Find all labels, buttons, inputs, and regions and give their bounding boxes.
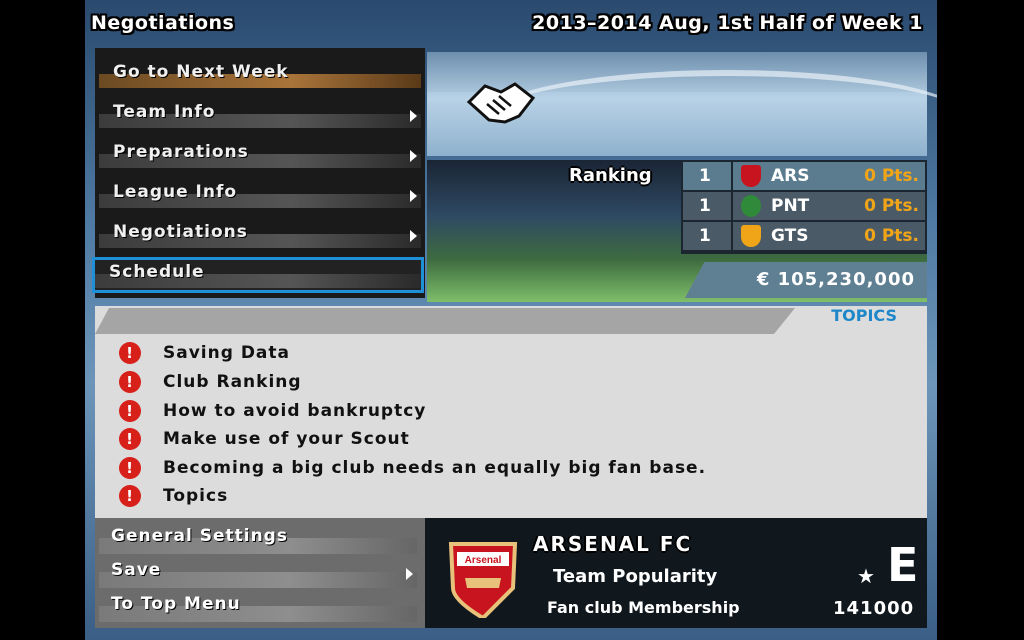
arsenal-crest-icon: Arsenal (448, 542, 518, 618)
menu-schedule[interactable]: Schedule (92, 257, 424, 293)
club-funds: € 105,230,000 (685, 262, 927, 298)
ranking-table: 1 ARS 0 Pts. 1 PNT 0 Pts. 1 GTS 0 Pts. (681, 160, 927, 254)
menu-league-info[interactable]: League Info (99, 180, 421, 210)
main-menu: Go to Next Week Team Info Preparations L… (92, 48, 425, 298)
alert-icon: ! (119, 485, 141, 507)
fan-club-label: Fan club Membership (547, 598, 740, 617)
svg-text:Arsenal: Arsenal (465, 555, 502, 566)
alert-icon: ! (119, 342, 141, 364)
club-crest-icon (741, 225, 761, 247)
star-icon: ★ (857, 564, 875, 588)
alert-icon: ! (119, 400, 141, 422)
handshake-icon (466, 82, 536, 124)
ranking-row: 1 ARS 0 Pts. (683, 162, 925, 190)
chevron-right-icon (410, 190, 417, 202)
ranking-row: 1 PNT 0 Pts. (683, 192, 925, 220)
ranking-row: 1 GTS 0 Pts. (683, 222, 925, 250)
chevron-right-icon (410, 110, 417, 122)
club-name: ARSENAL FC (533, 532, 693, 556)
chevron-right-icon (410, 230, 417, 242)
club-crest-icon (741, 165, 761, 187)
fan-club-count: 141000 (833, 598, 915, 619)
alert-icon: ! (119, 371, 141, 393)
topics-tab: TOPICS (831, 306, 897, 325)
menu-preparations[interactable]: Preparations (99, 140, 421, 170)
season-date: 2013–2014 Aug, 1st Half of Week 1 (532, 12, 923, 34)
team-popularity-label: Team Popularity (553, 566, 718, 587)
system-menu: General Settings Save To Top Menu (95, 518, 425, 628)
popularity-grade: E (887, 538, 919, 592)
menu-save[interactable]: Save (99, 558, 417, 590)
screen-title: Negotiations (91, 12, 235, 34)
alert-icon: ! (119, 457, 141, 479)
chevron-right-icon (406, 568, 413, 580)
ranking-label: Ranking (569, 165, 652, 186)
game-screen: Negotiations 2013–2014 Aug, 1st Half of … (85, 0, 937, 640)
topics-panel: TOPICS ! Saving Data ! Club Ranking ! Ho… (95, 306, 927, 518)
menu-negotiations[interactable]: Negotiations (99, 220, 421, 250)
alert-icon: ! (119, 428, 141, 450)
club-crest-icon (741, 195, 761, 217)
menu-general-settings[interactable]: General Settings (99, 524, 417, 556)
menu-team-info[interactable]: Team Info (99, 100, 421, 130)
menu-to-top-menu[interactable]: To Top Menu (99, 592, 417, 624)
menu-go-to-next-week[interactable]: Go to Next Week (99, 60, 421, 90)
chevron-right-icon (410, 150, 417, 162)
club-info-panel: Arsenal ARSENAL FC Team Popularity ★ E F… (425, 518, 927, 628)
